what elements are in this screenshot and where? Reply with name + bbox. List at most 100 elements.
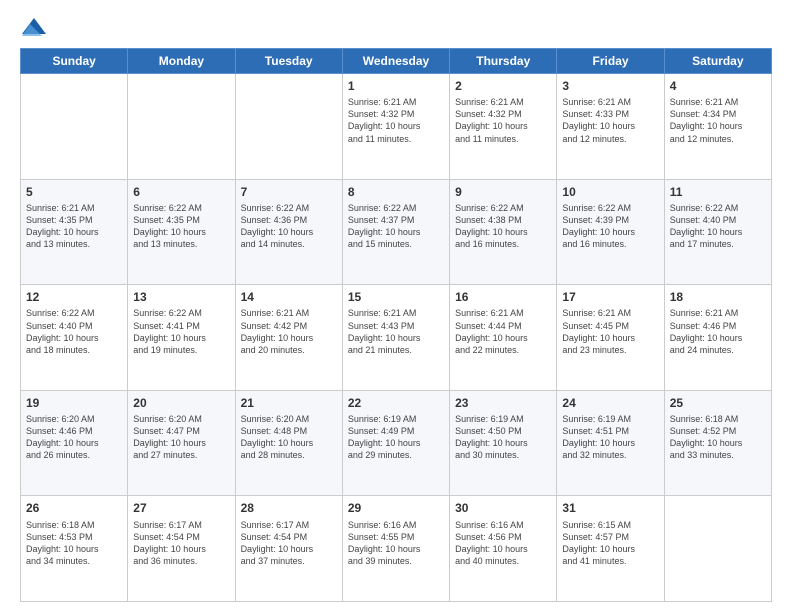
day-info: Sunrise: 6:22 AM Sunset: 4:37 PM Dayligh… <box>348 202 444 251</box>
calendar-week-3: 12 Sunrise: 6:22 AM Sunset: 4:40 PM Dayli… <box>21 285 772 391</box>
calendar-day-13: 13 Sunrise: 6:22 AM Sunset: 4:41 PM Dayli… <box>128 285 235 391</box>
day-number: 6 <box>133 184 229 200</box>
day-info: Sunrise: 6:22 AM Sunset: 4:35 PM Dayligh… <box>133 202 229 251</box>
calendar-empty-cell <box>235 74 342 180</box>
day-info: Sunrise: 6:22 AM Sunset: 4:39 PM Dayligh… <box>562 202 658 251</box>
calendar-empty-cell <box>128 74 235 180</box>
day-number: 19 <box>26 395 122 411</box>
day-number: 28 <box>241 500 337 516</box>
calendar-day-7: 7 Sunrise: 6:22 AM Sunset: 4:36 PM Daylig… <box>235 179 342 285</box>
calendar-day-2: 2Sunrise: 6:21 AM Sunset: 4:32 PM Daylig… <box>450 74 557 180</box>
calendar-day-19: 19 Sunrise: 6:20 AM Sunset: 4:46 PM Dayli… <box>21 390 128 496</box>
day-info: Sunrise: 6:16 AM Sunset: 4:55 PM Dayligh… <box>348 519 444 568</box>
calendar-day-26: 26Sunrise: 6:18 AM Sunset: 4:53 PM Dayli… <box>21 496 128 602</box>
weekday-header-monday: Monday <box>128 49 235 74</box>
calendar-day-15: 15Sunrise: 6:21 AM Sunset: 4:43 PM Dayli… <box>342 285 449 391</box>
page: SundayMondayTuesdayWednesdayThursdayFrid… <box>0 0 792 612</box>
calendar-day-30: 30 Sunrise: 6:16 AM Sunset: 4:56 PM Dayli… <box>450 496 557 602</box>
day-info: Sunrise: 6:21 AM Sunset: 4:44 PM Dayligh… <box>455 307 551 356</box>
day-info: Sunrise: 6:20 AM Sunset: 4:47 PM Dayligh… <box>133 413 229 462</box>
day-info: Sunrise: 6:20 AM Sunset: 4:46 PM Dayligh… <box>26 413 122 462</box>
day-info: Sunrise: 6:21 AM Sunset: 4:32 PM Dayligh… <box>348 96 444 145</box>
calendar-day-6: 6 Sunrise: 6:22 AM Sunset: 4:35 PM Daylig… <box>128 179 235 285</box>
calendar-empty-cell <box>21 74 128 180</box>
calendar-day-20: 20Sunrise: 6:20 AM Sunset: 4:47 PM Dayli… <box>128 390 235 496</box>
calendar-day-14: 14 Sunrise: 6:21 AM Sunset: 4:42 PM Dayli… <box>235 285 342 391</box>
day-info: Sunrise: 6:19 AM Sunset: 4:49 PM Dayligh… <box>348 413 444 462</box>
weekday-header-tuesday: Tuesday <box>235 49 342 74</box>
day-info: Sunrise: 6:15 AM Sunset: 4:57 PM Dayligh… <box>562 519 658 568</box>
calendar-day-17: 17 Sunrise: 6:21 AM Sunset: 4:45 PM Dayli… <box>557 285 664 391</box>
day-number: 30 <box>455 500 551 516</box>
day-number: 18 <box>670 289 766 305</box>
calendar-week-2: 5 Sunrise: 6:21 AM Sunset: 4:35 PM Daylig… <box>21 179 772 285</box>
day-info: Sunrise: 6:21 AM Sunset: 4:34 PM Dayligh… <box>670 96 766 145</box>
calendar-day-24: 24 Sunrise: 6:19 AM Sunset: 4:51 PM Dayli… <box>557 390 664 496</box>
header <box>20 16 772 38</box>
day-info: Sunrise: 6:22 AM Sunset: 4:40 PM Dayligh… <box>26 307 122 356</box>
day-info: Sunrise: 6:21 AM Sunset: 4:46 PM Dayligh… <box>670 307 766 356</box>
day-number: 7 <box>241 184 337 200</box>
day-info: Sunrise: 6:19 AM Sunset: 4:51 PM Dayligh… <box>562 413 658 462</box>
day-number: 12 <box>26 289 122 305</box>
calendar-day-12: 12 Sunrise: 6:22 AM Sunset: 4:40 PM Dayli… <box>21 285 128 391</box>
calendar-day-27: 27 Sunrise: 6:17 AM Sunset: 4:54 PM Dayli… <box>128 496 235 602</box>
day-number: 21 <box>241 395 337 411</box>
day-number: 8 <box>348 184 444 200</box>
day-number: 4 <box>670 78 766 94</box>
calendar-day-25: 25 Sunrise: 6:18 AM Sunset: 4:52 PM Dayli… <box>664 390 771 496</box>
day-number: 14 <box>241 289 337 305</box>
day-number: 27 <box>133 500 229 516</box>
day-info: Sunrise: 6:21 AM Sunset: 4:33 PM Dayligh… <box>562 96 658 145</box>
calendar-day-4: 4 Sunrise: 6:21 AM Sunset: 4:34 PM Daylig… <box>664 74 771 180</box>
calendar-day-9: 9 Sunrise: 6:22 AM Sunset: 4:38 PM Daylig… <box>450 179 557 285</box>
logo-icon <box>20 16 48 38</box>
calendar-day-31: 31 Sunrise: 6:15 AM Sunset: 4:57 PM Dayli… <box>557 496 664 602</box>
day-info: Sunrise: 6:17 AM Sunset: 4:54 PM Dayligh… <box>133 519 229 568</box>
day-number: 5 <box>26 184 122 200</box>
day-number: 9 <box>455 184 551 200</box>
day-info: Sunrise: 6:22 AM Sunset: 4:38 PM Dayligh… <box>455 202 551 251</box>
weekday-header-row: SundayMondayTuesdayWednesdayThursdayFrid… <box>21 49 772 74</box>
calendar-day-11: 11 Sunrise: 6:22 AM Sunset: 4:40 PM Dayli… <box>664 179 771 285</box>
day-number: 1 <box>348 78 444 94</box>
logo <box>20 16 50 38</box>
day-info: Sunrise: 6:18 AM Sunset: 4:53 PM Dayligh… <box>26 519 122 568</box>
day-info: Sunrise: 6:22 AM Sunset: 4:40 PM Dayligh… <box>670 202 766 251</box>
day-number: 17 <box>562 289 658 305</box>
logo-text <box>20 16 50 38</box>
day-info: Sunrise: 6:21 AM Sunset: 4:35 PM Dayligh… <box>26 202 122 251</box>
calendar-day-1: 1 Sunrise: 6:21 AM Sunset: 4:32 PM Daylig… <box>342 74 449 180</box>
day-number: 29 <box>348 500 444 516</box>
day-number: 31 <box>562 500 658 516</box>
calendar-week-1: 1 Sunrise: 6:21 AM Sunset: 4:32 PM Daylig… <box>21 74 772 180</box>
calendar-week-5: 26Sunrise: 6:18 AM Sunset: 4:53 PM Dayli… <box>21 496 772 602</box>
calendar-day-23: 23Sunrise: 6:19 AM Sunset: 4:50 PM Dayli… <box>450 390 557 496</box>
day-number: 16 <box>455 289 551 305</box>
calendar-day-5: 5 Sunrise: 6:21 AM Sunset: 4:35 PM Daylig… <box>21 179 128 285</box>
weekday-header-friday: Friday <box>557 49 664 74</box>
calendar-day-16: 16 Sunrise: 6:21 AM Sunset: 4:44 PM Dayli… <box>450 285 557 391</box>
day-info: Sunrise: 6:20 AM Sunset: 4:48 PM Dayligh… <box>241 413 337 462</box>
day-number: 22 <box>348 395 444 411</box>
calendar-day-10: 10 Sunrise: 6:22 AM Sunset: 4:39 PM Dayli… <box>557 179 664 285</box>
weekday-header-sunday: Sunday <box>21 49 128 74</box>
day-number: 10 <box>562 184 658 200</box>
calendar-day-29: 29 Sunrise: 6:16 AM Sunset: 4:55 PM Dayli… <box>342 496 449 602</box>
day-info: Sunrise: 6:22 AM Sunset: 4:36 PM Dayligh… <box>241 202 337 251</box>
day-number: 13 <box>133 289 229 305</box>
day-info: Sunrise: 6:18 AM Sunset: 4:52 PM Dayligh… <box>670 413 766 462</box>
calendar-day-28: 28Sunrise: 6:17 AM Sunset: 4:54 PM Dayli… <box>235 496 342 602</box>
day-info: Sunrise: 6:16 AM Sunset: 4:56 PM Dayligh… <box>455 519 551 568</box>
day-number: 23 <box>455 395 551 411</box>
day-info: Sunrise: 6:21 AM Sunset: 4:45 PM Dayligh… <box>562 307 658 356</box>
calendar-day-22: 22 Sunrise: 6:19 AM Sunset: 4:49 PM Dayli… <box>342 390 449 496</box>
day-number: 2 <box>455 78 551 94</box>
calendar-day-18: 18 Sunrise: 6:21 AM Sunset: 4:46 PM Dayli… <box>664 285 771 391</box>
day-number: 11 <box>670 184 766 200</box>
weekday-header-saturday: Saturday <box>664 49 771 74</box>
day-info: Sunrise: 6:21 AM Sunset: 4:42 PM Dayligh… <box>241 307 337 356</box>
day-number: 25 <box>670 395 766 411</box>
day-number: 24 <box>562 395 658 411</box>
day-info: Sunrise: 6:22 AM Sunset: 4:41 PM Dayligh… <box>133 307 229 356</box>
